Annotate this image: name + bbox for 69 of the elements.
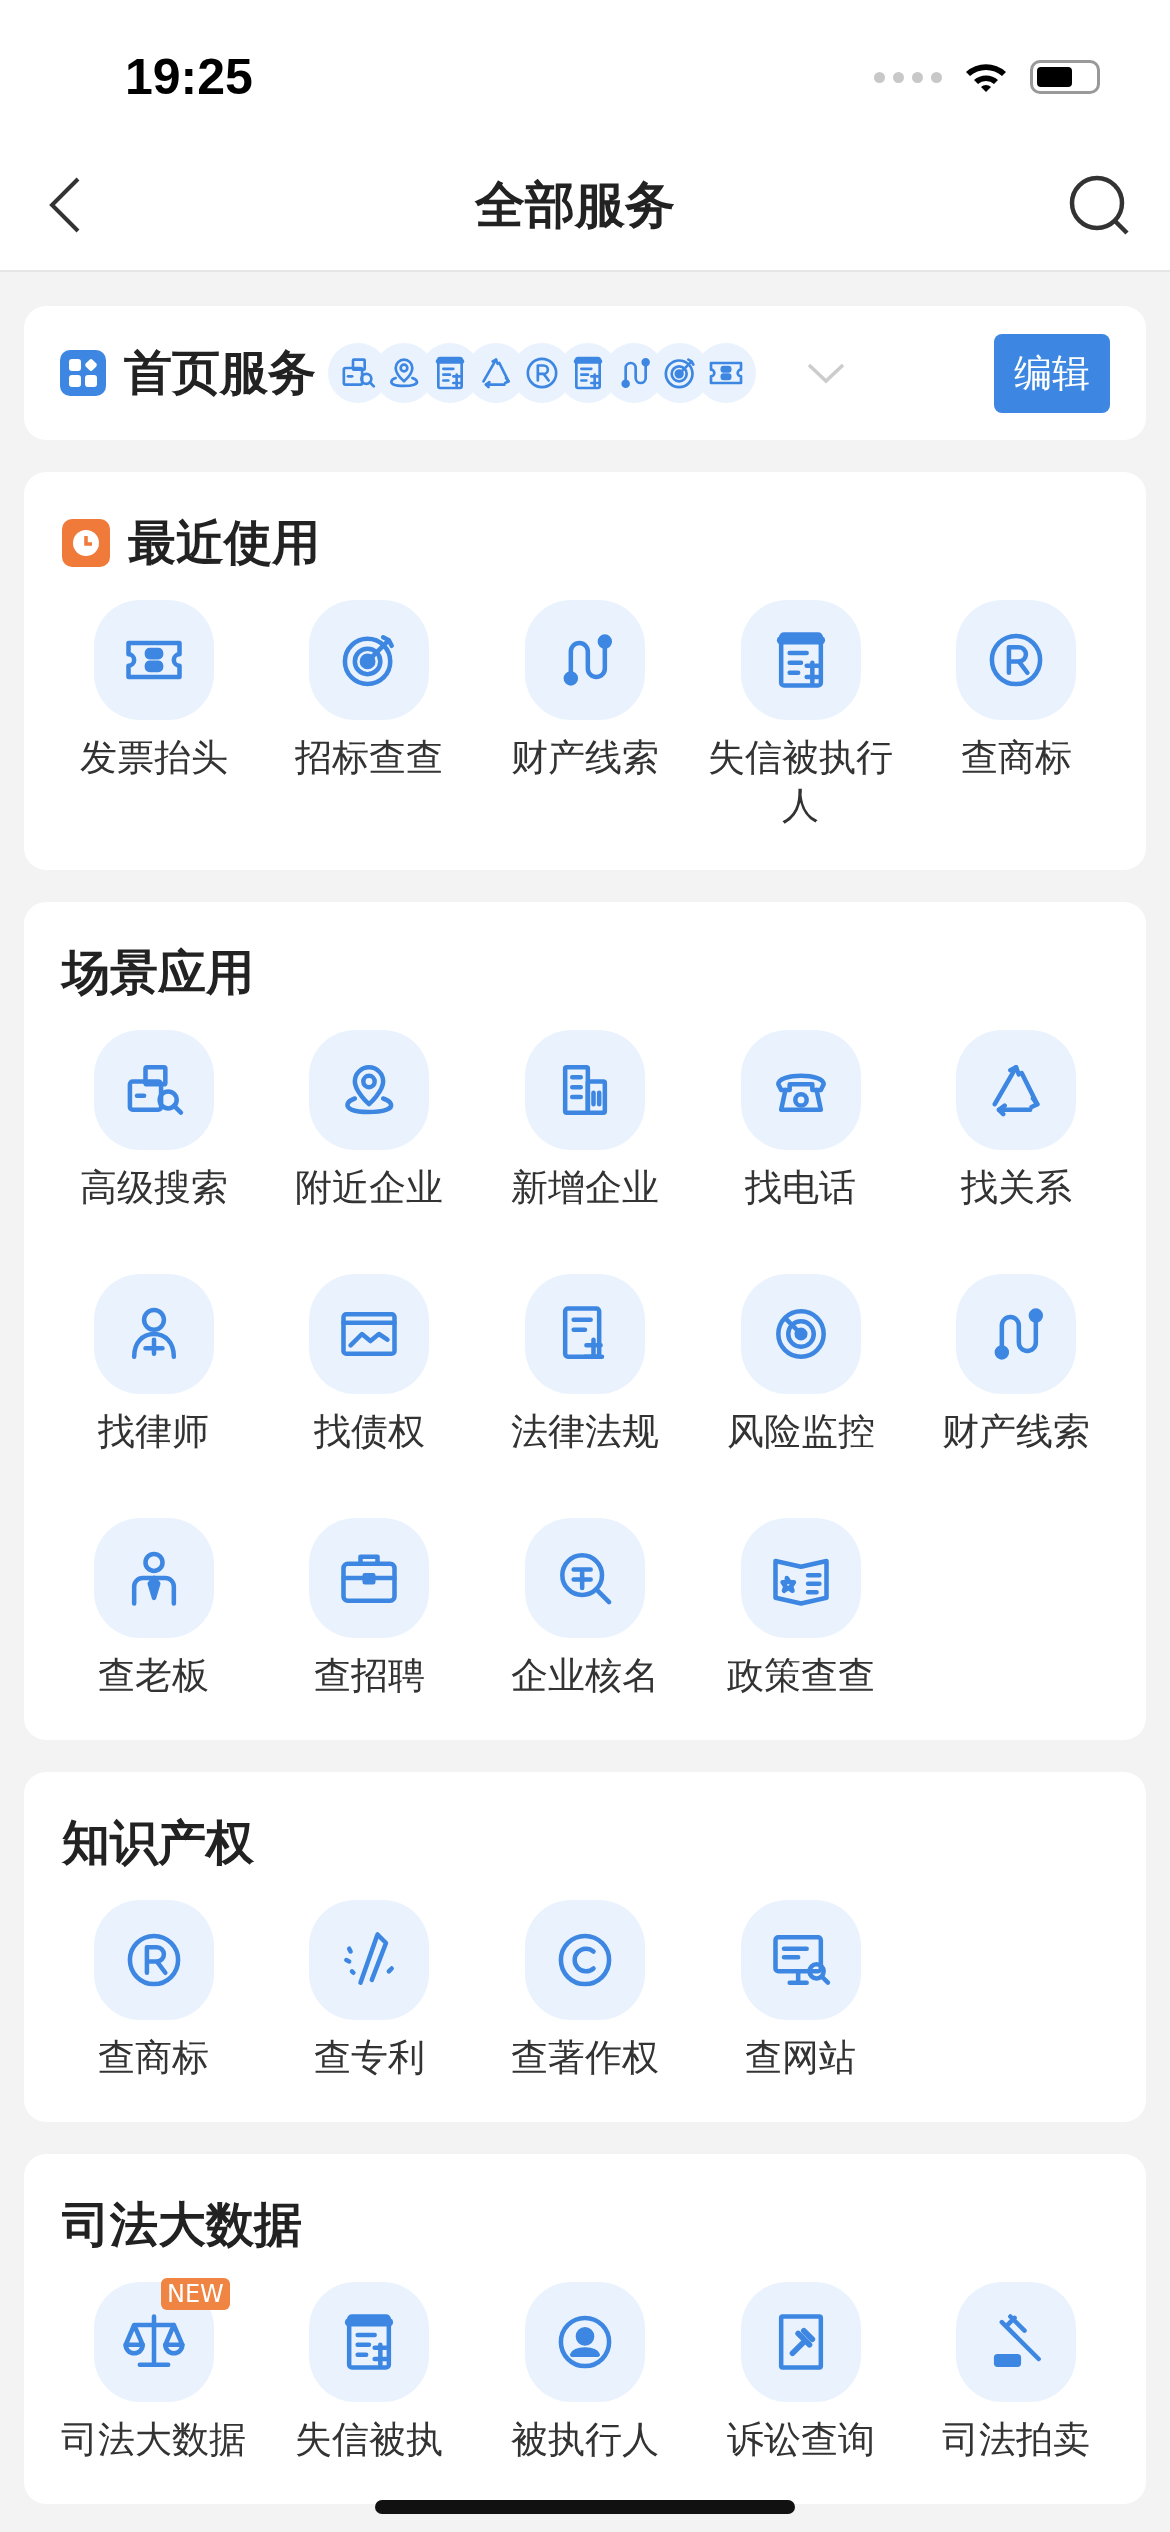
section-title: 最近使用 [128, 513, 320, 572]
service-label[interactable]: 法律法规 [511, 1408, 659, 1456]
service-label[interactable]: 找债权 [313, 1408, 425, 1456]
service-label[interactable]: 招标查查 [295, 734, 444, 782]
signal-icon [874, 71, 942, 83]
service-label[interactable]: 查老板 [98, 1652, 210, 1700]
service-button[interactable] [525, 1900, 645, 2020]
service-button[interactable] [309, 1900, 430, 2020]
service-button[interactable] [309, 1274, 430, 1394]
service-label[interactable]: 财产线索 [511, 734, 659, 782]
service-label[interactable]: 查著作权 [511, 2034, 659, 2082]
service-label[interactable]: 司法拍卖 [942, 2416, 1091, 2464]
section-title: 知识产权 [62, 1813, 254, 1872]
service-button[interactable] [309, 600, 430, 720]
service-button[interactable] [956, 1274, 1077, 1394]
service-button[interactable] [525, 1518, 645, 1638]
service-button[interactable] [525, 1030, 645, 1150]
service-button[interactable] [525, 1274, 645, 1394]
clock-icon [62, 519, 110, 567]
search-icon[interactable] [1068, 174, 1130, 236]
service-label[interactable]: 风险监控 [726, 1408, 875, 1456]
edit-button[interactable]: 编辑 [994, 333, 1110, 413]
service-button[interactable] [93, 1900, 214, 2020]
service-button[interactable] [740, 600, 861, 720]
service-label[interactable]: 查招聘 [313, 1652, 425, 1700]
service-button[interactable] [93, 1518, 214, 1638]
service-button[interactable] [309, 1030, 430, 1150]
service-label[interactable]: 找律师 [98, 1408, 210, 1456]
service-label[interactable]: 失信被执行人 [700, 734, 901, 830]
service-label[interactable]: 失信被执 [295, 2416, 444, 2464]
battery-icon [1030, 60, 1100, 94]
service-button[interactable] [93, 1274, 214, 1394]
grid-icon [60, 350, 106, 396]
service-button[interactable] [740, 1900, 861, 2020]
service-label[interactable]: 财产线索 [942, 1408, 1091, 1456]
service-button[interactable] [740, 1274, 861, 1394]
service-label[interactable]: 被执行人 [511, 2416, 659, 2464]
service-label[interactable]: 诉讼查询 [726, 2416, 875, 2464]
section-title: 司法大数据 [62, 2195, 302, 2254]
service-button[interactable] [956, 600, 1077, 720]
section-title: 场景应用 [62, 943, 254, 1002]
section-title: 首页服务 [124, 343, 316, 402]
service-button[interactable] [740, 1030, 861, 1150]
service-label[interactable]: 找关系 [960, 1164, 1072, 1212]
service-label[interactable]: 查网站 [745, 2034, 857, 2082]
service-label[interactable]: 找电话 [745, 1164, 857, 1212]
service-label[interactable]: 高级搜索 [79, 1164, 228, 1212]
service-label[interactable]: 附近企业 [295, 1164, 444, 1212]
status-time: 19:25 [125, 48, 253, 106]
service-button[interactable] [525, 600, 645, 720]
service-label[interactable]: 司法大数据 [61, 2416, 247, 2464]
service-button[interactable] [525, 2282, 645, 2402]
service-button[interactable] [93, 1030, 214, 1150]
service-label[interactable]: 新增企业 [511, 1164, 659, 1212]
service-label[interactable]: 发票抬头 [79, 734, 228, 782]
service-button[interactable] [740, 2282, 861, 2402]
service-button[interactable] [956, 1030, 1077, 1150]
service-label[interactable]: 查专利 [313, 2034, 425, 2082]
service-button[interactable] [309, 2282, 430, 2402]
service-button[interactable] [93, 600, 214, 720]
service-button[interactable] [956, 2282, 1077, 2402]
service-label[interactable]: 查商标 [98, 2034, 210, 2082]
service-label[interactable]: 政策查查 [726, 1652, 875, 1700]
service-label[interactable]: 查商标 [960, 734, 1072, 782]
new-badge: NEW [160, 2278, 230, 2310]
page-title: 全部服务 [475, 174, 675, 236]
service-label[interactable]: 企业核名 [511, 1652, 659, 1700]
service-button[interactable] [309, 1518, 430, 1638]
service-button[interactable] [740, 1518, 861, 1638]
